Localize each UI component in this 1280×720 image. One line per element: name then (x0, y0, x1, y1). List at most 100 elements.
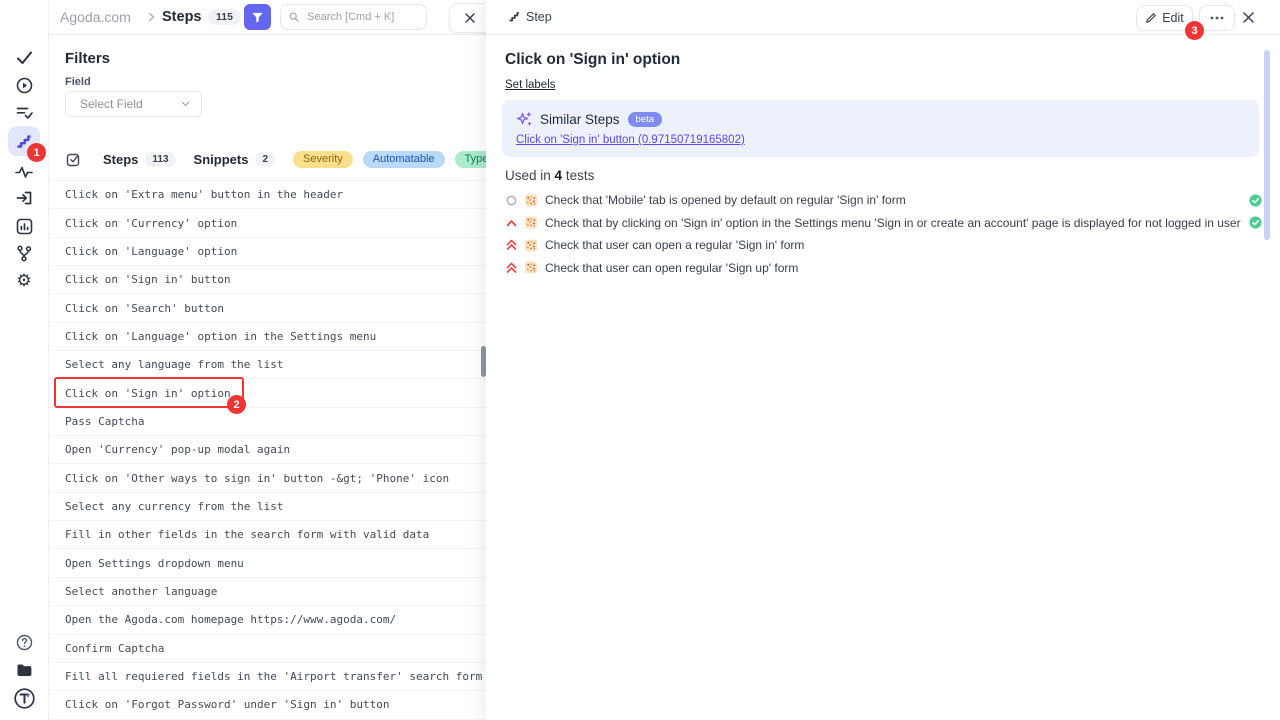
fireworks-emoji-icon (525, 261, 537, 274)
step-row[interactable]: Fill all requiered fields in the 'Airpor… (48, 663, 488, 691)
step-detail-panel: Step Edit Click on 'Sign in' option Set … (486, 0, 1280, 720)
step-row[interactable]: Fill in other fields in the search form … (48, 521, 488, 549)
similar-step-link[interactable]: Click on 'Sign in' button (0.97150719165… (516, 134, 745, 146)
annotation-badge-3: 3 (1185, 21, 1204, 40)
sign-in-icon (16, 190, 33, 206)
breadcrumb-project[interactable]: Agoda.com (60, 0, 131, 34)
check-icon (16, 50, 33, 65)
test-title: Check that user can open a regular 'Sign… (545, 238, 1262, 252)
branch-icon (16, 245, 32, 262)
close-search-button[interactable] (449, 3, 491, 33)
tab-steps-count: 113 (145, 152, 175, 167)
step-icon (508, 11, 520, 22)
field-select[interactable]: Select Field (65, 91, 202, 117)
steps-list: Click on 'Extra menu' button in the head… (48, 180, 488, 720)
rail-item-help[interactable] (0, 630, 48, 654)
edit-button-label: Edit (1162, 11, 1184, 25)
close-panel-button[interactable] (1239, 8, 1257, 26)
sparkle-icon (516, 111, 532, 127)
panel-header-label: Step (526, 0, 552, 34)
panel-header: Step Edit (486, 0, 1280, 35)
rail-item-account[interactable] (0, 686, 48, 710)
annotation-box (54, 377, 244, 408)
rail-item-import[interactable] (0, 186, 48, 210)
priority-critical-icon (505, 262, 517, 274)
close-icon (464, 12, 476, 24)
search-input[interactable] (305, 10, 418, 24)
priority-critical-icon (505, 239, 517, 251)
step-row[interactable]: Pass Captcha (48, 408, 488, 436)
annotation-badge-2: 2 (227, 395, 246, 414)
fireworks-emoji-icon (525, 216, 537, 229)
bar-chart-icon (16, 218, 33, 235)
ellipsis-icon (1210, 16, 1224, 20)
tests-list: Check that 'Mobile' tab is opened by def… (505, 189, 1262, 279)
step-row[interactable]: Click on 'Currency' option (48, 209, 488, 237)
sidebar-rail: ⚙ (0, 0, 49, 720)
rail-item-runs[interactable] (0, 73, 48, 97)
select-steps-icon[interactable] (66, 152, 81, 167)
field-select-value: Select Field (80, 97, 143, 111)
help-icon (16, 634, 33, 651)
rail-item-projects[interactable] (0, 658, 48, 682)
app-window: Agoda.com Steps 115 T (0, 0, 1280, 720)
test-row[interactable]: Check that 'Mobile' tab is opened by def… (505, 189, 1262, 212)
step-row[interactable]: Confirm Captcha (48, 635, 488, 663)
rail-item-tests[interactable] (0, 45, 48, 69)
breadcrumb-page[interactable]: Steps (162, 0, 202, 34)
filters-title: Filters (65, 50, 110, 67)
step-row[interactable]: Click on 'Extra menu' button in the head… (48, 181, 488, 209)
step-row[interactable]: Open 'Currency' pop-up modal again (48, 436, 488, 464)
rail-item-pulse[interactable] (0, 160, 48, 184)
rail-item-settings[interactable]: ⚙ (0, 269, 48, 293)
similar-steps-title: Similar Steps (540, 112, 620, 127)
gear-icon: ⚙ (16, 273, 31, 290)
tab-steps-label: Steps (103, 152, 138, 167)
similar-steps-box: Similar Steps beta Click on 'Sign in' bu… (502, 100, 1259, 157)
tabs-row: Steps 113 Snippets 2 Severity Automatabl… (48, 146, 493, 172)
tab-steps[interactable]: Steps 113 (103, 152, 176, 167)
logo-circle-icon (14, 688, 35, 709)
step-row[interactable]: Open the Agoda.com homepage https://www.… (48, 606, 488, 634)
folder-icon (16, 663, 33, 677)
rail-item-plans[interactable] (0, 101, 48, 125)
step-row[interactable]: Select any currency from the list (48, 493, 488, 521)
beta-badge: beta (628, 112, 663, 127)
pill-automatable[interactable]: Automatable (363, 151, 445, 168)
pill-severity[interactable]: Severity (293, 151, 353, 168)
more-options-button[interactable] (1199, 5, 1235, 31)
step-row[interactable]: Click on 'Search' button (48, 294, 488, 322)
used-in-suffix: tests (566, 168, 595, 183)
play-circle-icon (16, 77, 33, 94)
pulse-icon (15, 165, 33, 179)
funnel-icon (251, 11, 264, 24)
step-row[interactable]: Click on 'Forgot Password' under 'Sign i… (48, 691, 488, 719)
similar-steps-header: Similar Steps beta (516, 111, 662, 127)
step-row[interactable]: Click on 'Language' option (48, 238, 488, 266)
priority-none-icon (505, 195, 517, 206)
panel-scrollbar[interactable] (1264, 50, 1270, 240)
step-row[interactable]: Select any language from the list (48, 351, 488, 379)
used-in-heading: Used in 4 tests (505, 168, 594, 183)
test-row[interactable]: Check that by clicking on 'Sign in' opti… (505, 212, 1262, 235)
step-row[interactable]: Click on 'Sign in' button (48, 266, 488, 294)
rail-item-branches[interactable] (0, 241, 48, 265)
step-row[interactable]: Open Settings dropdown menu (48, 549, 488, 577)
rail-item-reports[interactable] (0, 214, 48, 238)
step-row[interactable]: Click on 'Language' option in the Settin… (48, 323, 488, 351)
test-row[interactable]: Check that user can open a regular 'Sign… (505, 234, 1262, 257)
test-row[interactable]: Check that user can open regular 'Sign u… (505, 257, 1262, 280)
set-labels-link[interactable]: Set labels (505, 79, 556, 91)
step-row[interactable]: Select another language (48, 578, 488, 606)
tab-snippets[interactable]: Snippets 2 (194, 152, 275, 167)
step-row[interactable]: Click on 'Other ways to sign in' button … (48, 464, 488, 492)
search-box[interactable] (280, 4, 427, 30)
filter-button[interactable] (244, 4, 271, 30)
test-title: Check that 'Mobile' tab is opened by def… (545, 193, 1241, 207)
priority-high-icon (505, 219, 517, 227)
fireworks-emoji-icon (525, 194, 537, 207)
chevron-down-icon (181, 101, 190, 107)
test-title: Check that user can open regular 'Sign u… (545, 261, 1262, 275)
annotation-badge-1: 1 (27, 143, 46, 162)
test-title: Check that by clicking on 'Sign in' opti… (545, 216, 1241, 230)
